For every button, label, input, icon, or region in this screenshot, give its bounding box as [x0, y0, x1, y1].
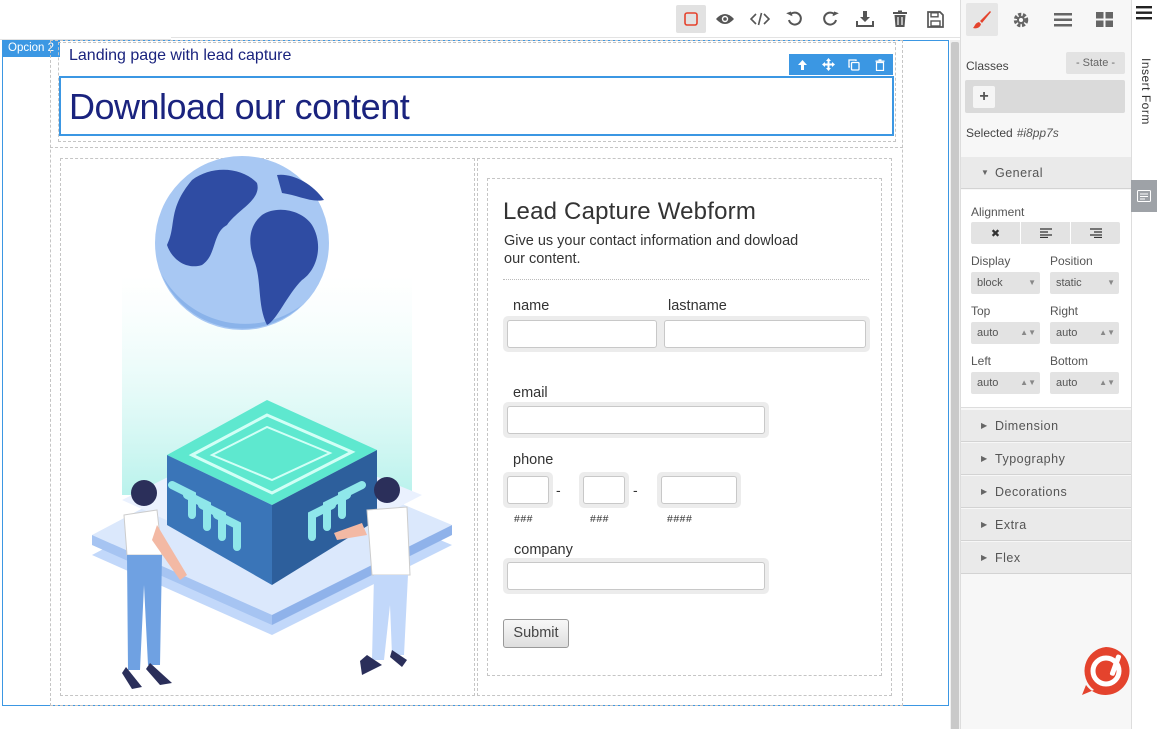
- caret-right-icon: ▶: [981, 421, 988, 430]
- panel-tabs: [0, 0, 171, 40]
- name-input[interactable]: [507, 320, 657, 348]
- form-panel-icon[interactable]: [1131, 180, 1157, 212]
- section-decorations[interactable]: ▶ Decorations: [961, 476, 1131, 508]
- delete-icon[interactable]: [867, 54, 893, 75]
- stepper-icon[interactable]: ▲▼: [1099, 372, 1115, 394]
- alignment-label: Alignment: [971, 205, 1025, 219]
- section-divider: [50, 147, 903, 148]
- lastname-input[interactable]: [664, 320, 866, 348]
- canvas-scrollbar-thumb[interactable]: [951, 42, 959, 729]
- stepper-icon[interactable]: ▲▼: [1020, 322, 1036, 344]
- caret-right-icon: ▶: [981, 487, 988, 496]
- email-label: email: [513, 385, 548, 401]
- right-input[interactable]: auto ▲▼: [1050, 322, 1119, 344]
- left-label: Left: [971, 354, 992, 368]
- phone-hint-area: ###: [514, 513, 534, 525]
- company-input[interactable]: [507, 562, 765, 590]
- phone-hint-prefix: ###: [590, 513, 610, 525]
- move-icon[interactable]: [815, 54, 841, 75]
- select-arrow-icon: ▼: [1028, 278, 1036, 287]
- alignment-buttons: ✖: [971, 222, 1120, 244]
- caret-right-icon: ▶: [981, 454, 988, 463]
- submit-button[interactable]: Submit: [503, 619, 569, 648]
- add-class-button[interactable]: +: [973, 86, 995, 108]
- top-label: Top: [971, 304, 991, 318]
- section-extra[interactable]: ▶ Extra: [961, 509, 1131, 541]
- left-input[interactable]: auto ▲▼: [971, 372, 1040, 394]
- phone-area-input[interactable]: [507, 476, 549, 504]
- align-right-icon[interactable]: [1071, 222, 1120, 244]
- phone-hint-line: ####: [667, 513, 693, 525]
- sw-visibility-icon[interactable]: [676, 5, 706, 33]
- clone-icon[interactable]: [841, 54, 867, 75]
- selected-id: #i8pp7s: [1016, 126, 1059, 140]
- form-separator: [503, 279, 869, 280]
- classes-label: Classes: [966, 59, 1009, 73]
- caret-right-icon: ▶: [981, 553, 988, 562]
- save-icon[interactable]: [920, 5, 950, 33]
- stepper-icon[interactable]: ▲▼: [1099, 322, 1115, 344]
- name-label: name: [513, 298, 550, 314]
- align-none-icon[interactable]: ✖: [971, 222, 1021, 244]
- caret-down-icon: ▼: [981, 168, 990, 177]
- email-input[interactable]: [507, 406, 765, 434]
- layers-icon[interactable]: [1047, 3, 1079, 36]
- lastname-label: lastname: [668, 298, 727, 314]
- brand-logo-icon[interactable]: [1080, 645, 1132, 697]
- phone-line-input[interactable]: [661, 476, 737, 504]
- page-heading[interactable]: Download our content: [69, 86, 410, 128]
- preview-icon[interactable]: [710, 5, 740, 33]
- phone-prefix-input[interactable]: [583, 476, 625, 504]
- undo-icon[interactable]: [780, 5, 810, 33]
- code-icon[interactable]: [745, 5, 775, 33]
- phone-label: phone: [513, 452, 554, 468]
- top-input[interactable]: auto ▲▼: [971, 322, 1040, 344]
- align-left-icon[interactable]: [1021, 222, 1071, 244]
- redo-icon[interactable]: [815, 5, 845, 33]
- page-subtitle[interactable]: Landing page with lead capture: [69, 47, 291, 65]
- bottom-input[interactable]: auto ▲▼: [1050, 372, 1119, 394]
- company-label: company: [514, 542, 573, 558]
- form-title[interactable]: Lead Capture Webform: [503, 198, 756, 226]
- tech-illustration: [92, 156, 452, 689]
- select-parent-icon[interactable]: [789, 54, 815, 75]
- selected-label: Selected #i8pp7s: [966, 126, 1059, 140]
- section-typography[interactable]: ▶ Typography: [961, 443, 1131, 475]
- trash-icon[interactable]: [885, 5, 915, 33]
- settings-icon[interactable]: [1005, 3, 1037, 36]
- selection-toolbar: [789, 54, 893, 75]
- position-select[interactable]: static ▼: [1050, 272, 1119, 294]
- right-label: Right: [1050, 304, 1079, 318]
- blocks-icon[interactable]: [1088, 3, 1120, 36]
- style-manager-icon[interactable]: [966, 3, 998, 36]
- insert-form-tab[interactable]: Insert Form: [1133, 58, 1153, 138]
- stepper-icon[interactable]: ▲▼: [1020, 372, 1036, 394]
- state-select[interactable]: - State -: [1066, 52, 1125, 74]
- section-dimension[interactable]: ▶ Dimension: [961, 410, 1131, 442]
- caret-right-icon: ▶: [981, 520, 988, 529]
- section-general[interactable]: ▼ General: [961, 157, 1131, 189]
- display-select[interactable]: block ▼: [971, 272, 1040, 294]
- phone-dash-1: -: [556, 482, 561, 498]
- menu-icon[interactable]: [1136, 6, 1152, 25]
- bottom-label: Bottom: [1050, 354, 1089, 368]
- display-label: Display: [971, 254, 1011, 268]
- position-label: Position: [1050, 254, 1093, 268]
- select-arrow-icon: ▼: [1107, 278, 1115, 287]
- phone-dash-2: -: [633, 482, 638, 498]
- form-description[interactable]: Give us your contact information and dow…: [504, 232, 804, 268]
- import-icon[interactable]: [850, 5, 880, 33]
- section-flex[interactable]: ▶ Flex: [961, 542, 1131, 574]
